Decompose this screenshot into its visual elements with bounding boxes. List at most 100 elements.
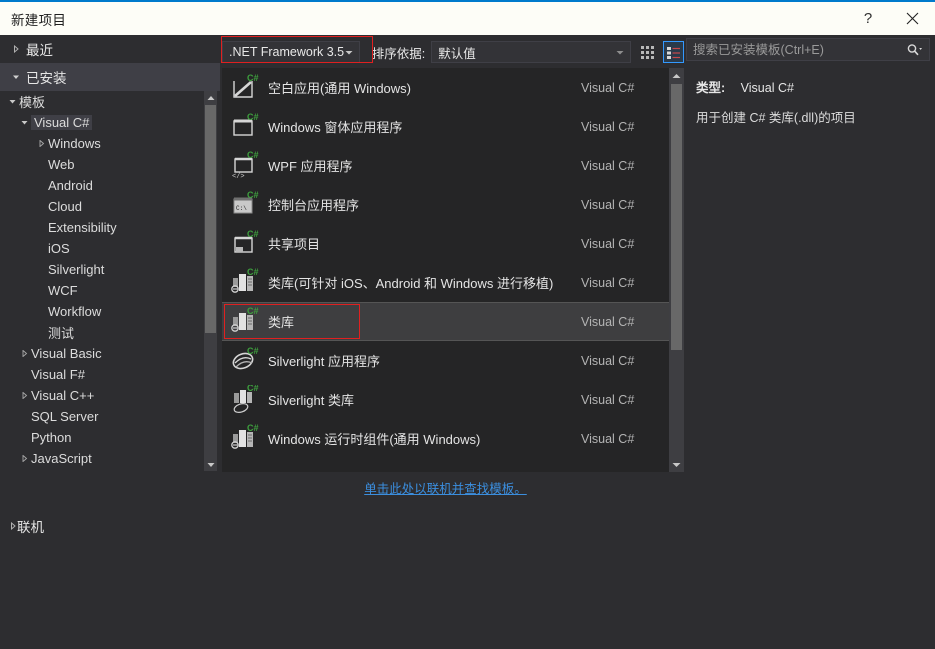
tree-item-label: 模板 xyxy=(19,95,46,110)
framework-version-value: .NET Framework 3.5 xyxy=(229,45,345,59)
class-library-icon: C# xyxy=(222,307,268,337)
template-scroll-down-arrow[interactable] xyxy=(669,457,684,472)
grid-view-icon xyxy=(640,45,654,59)
template-language: Visual C# xyxy=(581,275,635,290)
chevron-right-icon xyxy=(18,392,31,399)
tree-item-sql-server[interactable]: SQL Server xyxy=(0,406,204,427)
tree-item-label: iOS xyxy=(48,241,70,256)
template-language: Visual C# xyxy=(581,392,635,407)
tree-scroll-thumb[interactable] xyxy=(205,105,216,333)
svg-text:C:\: C:\ xyxy=(236,205,247,212)
tree-item-workflow[interactable]: Workflow xyxy=(0,301,204,322)
template-row[interactable]: C# 类库(可针对 iOS、Android 和 Windows 进行移植) Visu… xyxy=(222,263,669,302)
template-list[interactable]: C# 空白应用(通用 Windows) Visual C# C# Windows 窗体应… xyxy=(222,68,684,472)
svg-text:C#: C# xyxy=(247,73,259,83)
shared-project-icon: C# xyxy=(222,229,268,259)
tree-item-ios[interactable]: iOS xyxy=(0,238,204,259)
svg-text:C#: C# xyxy=(247,307,259,316)
tree-item-label: Visual F# xyxy=(31,367,85,382)
tree-item-python[interactable]: Python xyxy=(0,427,204,448)
svg-text:C#: C# xyxy=(247,424,259,433)
template-list-items: C# 空白应用(通用 Windows) Visual C# C# Windows 窗体应… xyxy=(222,68,669,458)
find-templates-online-link[interactable]: 单击此处以联机并查找模板。 xyxy=(222,478,669,497)
template-row[interactable]: C# Silverlight 应用程序 Visual C# xyxy=(222,341,669,380)
tree-item-visual-c[interactable]: Visual C# xyxy=(0,112,204,133)
tree-item-silverlight[interactable]: Silverlight xyxy=(0,259,204,280)
template-type-row: 类型: Visual C# xyxy=(696,77,928,96)
template-row[interactable]: C:\ C# 控制台应用程序 Visual C# xyxy=(222,185,669,224)
sort-by-dropdown[interactable]: 默认值 xyxy=(431,41,632,63)
wpf-app-icon: </> C# xyxy=(222,151,268,181)
template-name: 共享项目 xyxy=(268,237,321,252)
svg-text:C#: C# xyxy=(247,190,259,200)
tree-item-android[interactable]: Android xyxy=(0,175,204,196)
search-templates-box[interactable] xyxy=(686,38,930,61)
template-row[interactable]: </> C# WPF 应用程序 Visual C# xyxy=(222,146,669,185)
tree-scroll-down-arrow[interactable] xyxy=(204,458,217,471)
winrt-component-icon: C# xyxy=(222,424,268,454)
template-name: 类库 xyxy=(268,315,295,330)
templates-toolbar: .NET Framework 3.5 排序依据: 默认值 xyxy=(221,36,684,66)
tree-item-visual-c[interactable]: Visual C++ xyxy=(0,385,204,406)
template-language: Visual C# xyxy=(581,197,635,212)
sidebar-item-recent[interactable]: 最近 xyxy=(0,35,220,63)
svg-text:C#: C# xyxy=(247,385,259,393)
tree-item-cloud[interactable]: Cloud xyxy=(0,196,204,217)
sidebar-recent-label: 最近 xyxy=(26,43,53,58)
template-scroll-up-arrow[interactable] xyxy=(669,68,684,83)
template-list-scrollbar[interactable] xyxy=(669,68,684,472)
template-name: 空白应用(通用 Windows) xyxy=(268,81,412,96)
template-row[interactable]: C# 空白应用(通用 Windows) Visual C# xyxy=(222,68,669,107)
template-name: Silverlight 应用程序 xyxy=(268,354,380,369)
template-row[interactable]: C# 共享项目 Visual C# xyxy=(222,224,669,263)
template-language: Visual C# xyxy=(581,314,635,329)
template-row[interactable]: C# Silverlight 类库 Visual C# xyxy=(222,380,669,419)
tree-item-label: Visual Basic xyxy=(31,346,102,361)
svg-text:</>: </> xyxy=(232,173,245,181)
close-button[interactable] xyxy=(889,2,935,35)
portable-library-icon: C# xyxy=(222,268,268,298)
tree-item-label: Workflow xyxy=(48,304,102,319)
tree-item-label: Web xyxy=(48,157,75,172)
chevron-right-icon xyxy=(35,140,48,147)
template-language: Visual C# xyxy=(581,158,635,173)
chevron-down-icon xyxy=(919,47,922,50)
tree-item-[interactable]: 测试 xyxy=(0,322,204,343)
template-row[interactable]: C# Windows 窗体应用程序 Visual C# xyxy=(222,107,669,146)
framework-version-dropdown[interactable]: .NET Framework 3.5 xyxy=(222,41,360,63)
tree-item-extensibility[interactable]: Extensibility xyxy=(0,217,204,238)
template-row[interactable]: C# Windows 运行时组件(通用 Windows) Visual C# xyxy=(222,419,669,458)
template-language: Visual C# xyxy=(581,431,635,446)
template-category-tree[interactable]: 模板 Visual C# Windows Web Android Cloud Extensi… xyxy=(0,91,220,505)
template-name: 控制台应用程序 xyxy=(268,198,360,213)
template-language: Visual C# xyxy=(581,236,635,251)
tree-scroll-up-arrow[interactable] xyxy=(204,91,217,104)
template-description: 用于创建 C# 类库(.dll)的项目 xyxy=(696,111,856,125)
template-name: Windows 窗体应用程序 xyxy=(268,120,403,135)
svg-text:C#: C# xyxy=(247,268,259,277)
list-view-button[interactable] xyxy=(663,41,684,63)
template-row[interactable]: C# 类库 Visual C# xyxy=(222,302,669,341)
template-name: WPF 应用程序 xyxy=(268,159,353,174)
template-type-value: Visual C# xyxy=(740,81,794,95)
tree-item-label: WCF xyxy=(48,283,78,298)
template-scroll-thumb[interactable] xyxy=(671,84,682,350)
search-input[interactable] xyxy=(687,41,899,58)
tree-item-windows[interactable]: Windows xyxy=(0,133,204,154)
tree-item-wcf[interactable]: WCF xyxy=(0,280,204,301)
tree-scrollbar[interactable] xyxy=(204,91,217,471)
tree-item-[interactable]: 模板 xyxy=(0,91,204,112)
tree-item-label: 测试 xyxy=(48,326,75,341)
help-button[interactable]: ? xyxy=(847,2,889,35)
tree-item-label: Windows xyxy=(48,136,101,151)
tree-item-javascript[interactable]: JavaScript xyxy=(0,448,204,469)
tree-item-label: Silverlight xyxy=(48,262,105,277)
tree-item-visual-f[interactable]: Visual F# xyxy=(0,364,204,385)
sidebar-item-installed[interactable]: 已安装 xyxy=(0,63,220,91)
tree-scroll-content: 模板 Visual C# Windows Web Android Cloud Extensi… xyxy=(0,91,204,505)
tree-item-label: SQL Server xyxy=(31,409,99,424)
grid-view-button[interactable] xyxy=(637,41,657,63)
tree-item-visual-basic[interactable]: Visual Basic xyxy=(0,343,204,364)
tree-item-web[interactable]: Web xyxy=(0,154,204,175)
search-button[interactable] xyxy=(899,43,929,57)
